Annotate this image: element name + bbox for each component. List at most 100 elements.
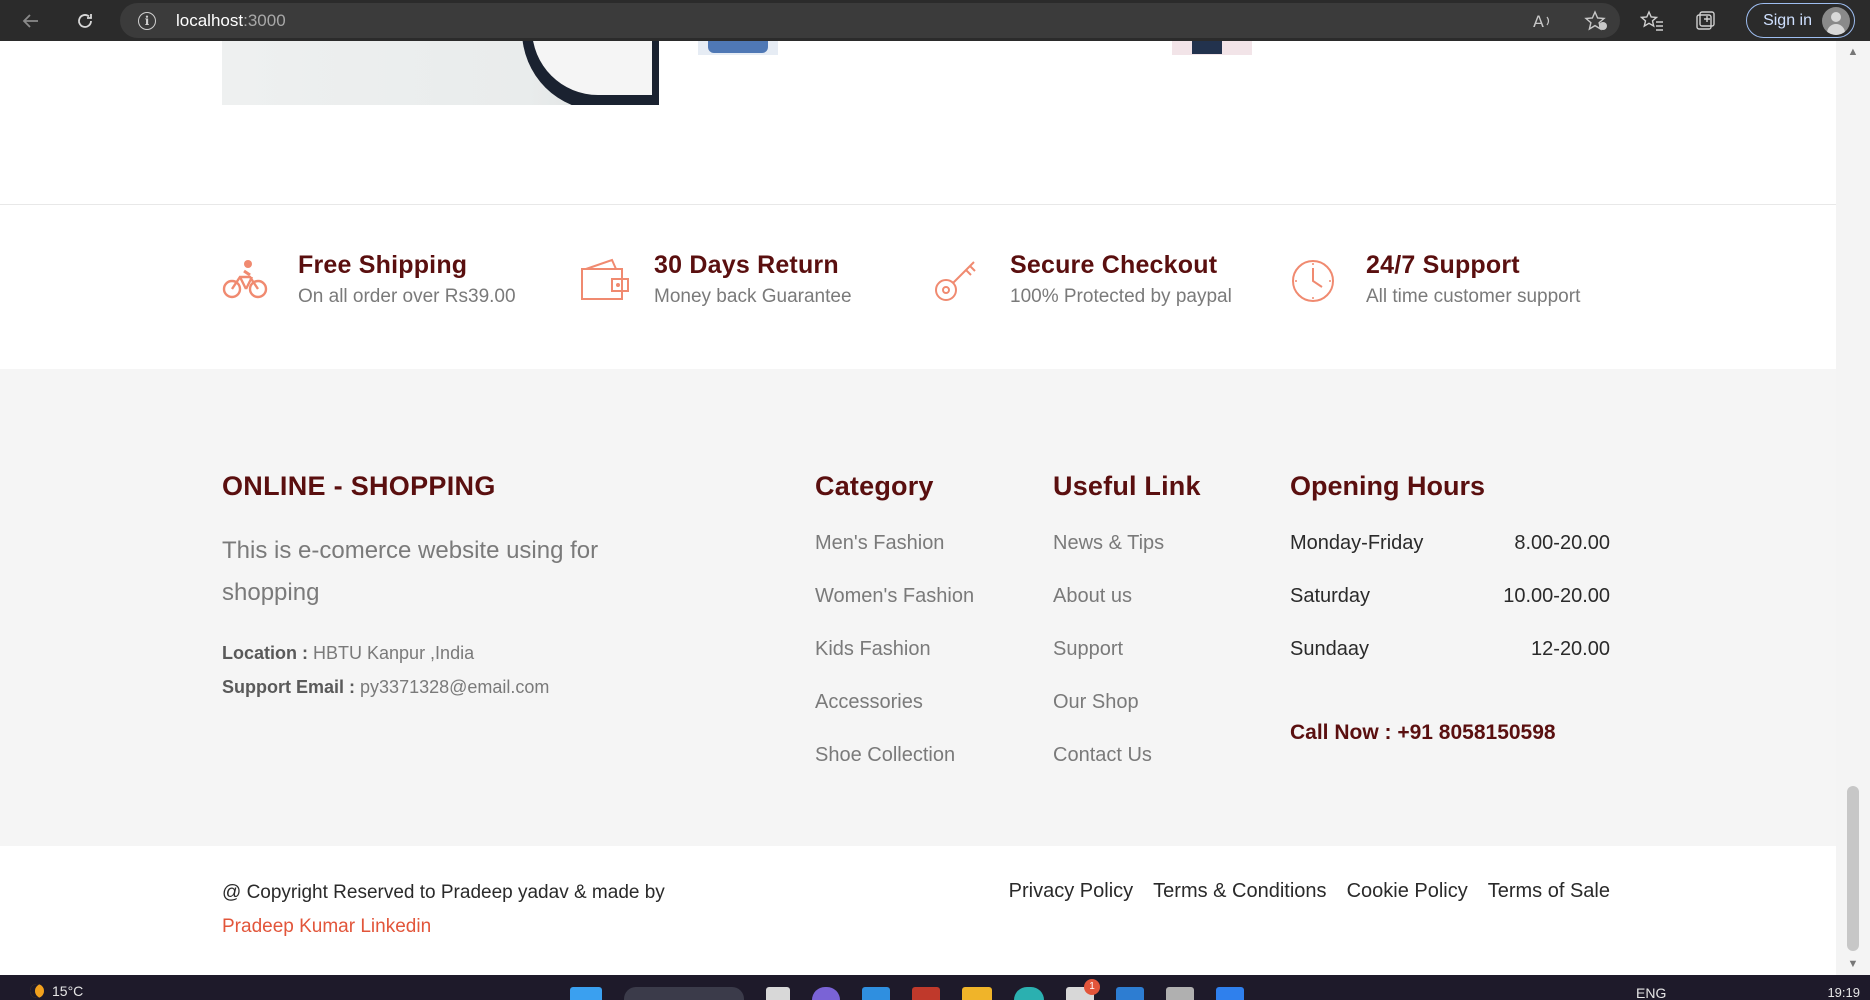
hours-row: Sundaay 12-20.00 (1290, 638, 1610, 660)
category-link[interactable]: Shoe Collection (815, 744, 974, 797)
product-thumbnail-jacket[interactable] (1172, 41, 1252, 55)
useful-link[interactable]: Contact Us (1053, 744, 1201, 797)
feature-secure-checkout: Secure Checkout 100% Protected by paypal (934, 251, 1232, 308)
info-icon[interactable]: i (138, 11, 156, 30)
useful-heading: Useful Link (1053, 471, 1201, 501)
refresh-icon (78, 13, 92, 28)
scroll-down-icon[interactable]: ▼ (1846, 957, 1860, 971)
collections-icon[interactable] (1694, 10, 1716, 32)
url-text[interactable]: localhost:3000 (176, 11, 286, 31)
scroll-thumb[interactable] (1847, 786, 1859, 951)
useful-link[interactable]: About us (1053, 585, 1201, 638)
feature-title: 24/7 Support (1366, 251, 1520, 279)
feature-free-shipping: Free Shipping On all order over Rs39.00 (222, 251, 516, 308)
footer-description: This is e-comerce website using for shop… (222, 537, 599, 606)
feature-support: 24/7 Support All time customer support (1290, 251, 1580, 308)
legal-link-terms[interactable]: Terms & Conditions (1153, 880, 1326, 903)
feature-title: 30 Days Return (654, 251, 839, 279)
section-divider (0, 204, 1836, 205)
useful-link[interactable]: Our Shop (1053, 691, 1201, 744)
store-icon[interactable] (862, 987, 890, 1000)
edge-icon[interactable] (1014, 987, 1044, 1000)
moon-icon (30, 984, 44, 998)
email-value: py3371328@email.com (360, 677, 550, 697)
clock-icon (1292, 260, 1334, 302)
sign-in-label: Sign in (1763, 11, 1812, 29)
avatar-icon (1822, 6, 1850, 35)
notification-badge: 1 (1084, 979, 1100, 995)
footer-bottom-bar: @ Copyright Reserved to Pradeep yadav & … (0, 846, 1836, 975)
sign-in-button[interactable]: Sign in (1746, 3, 1855, 38)
search-box[interactable] (624, 987, 744, 1000)
svg-text:A: A (1533, 12, 1544, 31)
hours-row: Monday-Friday 8.00-20.00 (1290, 532, 1610, 554)
location-label: Location : (222, 643, 308, 663)
footer-category-column: Category Men's Fashion Women's Fashion K… (815, 471, 974, 797)
category-link[interactable]: Men's Fashion (815, 532, 974, 585)
footer-brand: ONLINE - SHOPPING (222, 471, 496, 501)
feature-subtitle: 100% Protected by paypal (1010, 286, 1232, 307)
author-link[interactable]: Pradeep Kumar Linkedin (222, 910, 665, 944)
product-image[interactable] (222, 41, 659, 105)
key-icon (935, 261, 976, 301)
footer-contact: Location : HBTU Kanpur ,India Support Em… (222, 636, 642, 704)
temperature: 15°C (52, 983, 84, 999)
email-label: Support Email : (222, 677, 356, 697)
wallet-icon (581, 258, 629, 300)
copyright-text: @ Copyright Reserved to Pradeep yadav & … (222, 882, 665, 903)
vertical-scrollbar[interactable]: ▲ ▼ (1836, 41, 1870, 975)
category-link[interactable]: Accessories (815, 691, 974, 744)
back-button[interactable] (8, 0, 54, 41)
legal-links: Privacy Policy Terms & Conditions Cookie… (1009, 880, 1610, 903)
copyright: @ Copyright Reserved to Pradeep yadav & … (222, 876, 665, 944)
browser-toolbar: i localhost:3000 A Sign in (0, 0, 1870, 41)
folder-icon[interactable] (962, 987, 992, 1000)
features-row: Free Shipping On all order over Rs39.00 … (222, 251, 1622, 321)
bicycle-icon (222, 260, 268, 299)
task-view-icon[interactable] (766, 987, 790, 1000)
refresh-button[interactable] (62, 0, 108, 41)
footer: ONLINE - SHOPPING This is e-comerce webs… (0, 369, 1836, 846)
read-aloud-icon[interactable]: A (1532, 11, 1554, 31)
feature-title: Free Shipping (298, 251, 468, 279)
feature-title: Secure Checkout (1010, 251, 1218, 279)
feature-subtitle: Money back Guarantee (654, 286, 852, 307)
legal-link-privacy[interactable]: Privacy Policy (1009, 880, 1133, 903)
feature-days-return: 30 Days Return Money back Guarantee (578, 251, 852, 308)
notes-icon[interactable]: 1 (1066, 979, 1100, 1000)
terminal-icon[interactable] (1166, 987, 1194, 1000)
location-value: HBTU Kanpur ,India (313, 643, 475, 663)
footer-brand-column: ONLINE - SHOPPING This is e-comerce webs… (222, 471, 642, 704)
useful-link[interactable]: News & Tips (1053, 532, 1201, 585)
legal-link-sale[interactable]: Terms of Sale (1488, 880, 1610, 903)
hours-heading: Opening Hours (1290, 471, 1485, 501)
teams-icon[interactable] (812, 987, 840, 1000)
add-favorite-icon[interactable] (1584, 9, 1608, 32)
call-now[interactable]: Call Now : +91 8058150598 (1290, 721, 1610, 745)
scroll-up-icon[interactable]: ▲ (1846, 45, 1860, 59)
hours-row: Saturday 10.00-20.00 (1290, 585, 1610, 607)
start-icon[interactable] (570, 987, 602, 1000)
legal-link-cookie[interactable]: Cookie Policy (1347, 880, 1468, 903)
address-bar[interactable]: i localhost:3000 A (120, 3, 1620, 38)
vscode-icon[interactable] (1216, 987, 1244, 1000)
taskbar: 15°C 1 ENG 19:19 (0, 975, 1870, 1000)
clock[interactable]: 19:19 (1827, 985, 1860, 1000)
mail-icon[interactable] (912, 987, 940, 1000)
arrow-left-icon (22, 13, 38, 28)
opening-hours-column: Opening Hours Monday-Friday 8.00-20.00 Sa… (1290, 471, 1610, 745)
category-heading: Category (815, 471, 934, 501)
category-link[interactable]: Kids Fashion (815, 638, 974, 691)
page-viewport: Free Shipping On all order over Rs39.00 … (0, 41, 1836, 975)
people-icon[interactable] (1116, 987, 1144, 1000)
footer-useful-column: Useful Link News & Tips About us Support… (1053, 471, 1201, 797)
category-link[interactable]: Women's Fashion (815, 585, 974, 638)
feature-subtitle: On all order over Rs39.00 (298, 286, 516, 307)
language-indicator[interactable]: ENG (1636, 985, 1666, 1000)
taskbar-apps: 1 (570, 979, 1244, 1000)
product-thumbnail-denim[interactable] (698, 41, 778, 55)
weather-widget[interactable]: 15°C (30, 983, 83, 999)
feature-subtitle: All time customer support (1366, 286, 1581, 307)
favorites-icon[interactable] (1640, 9, 1664, 32)
useful-link[interactable]: Support (1053, 638, 1201, 691)
